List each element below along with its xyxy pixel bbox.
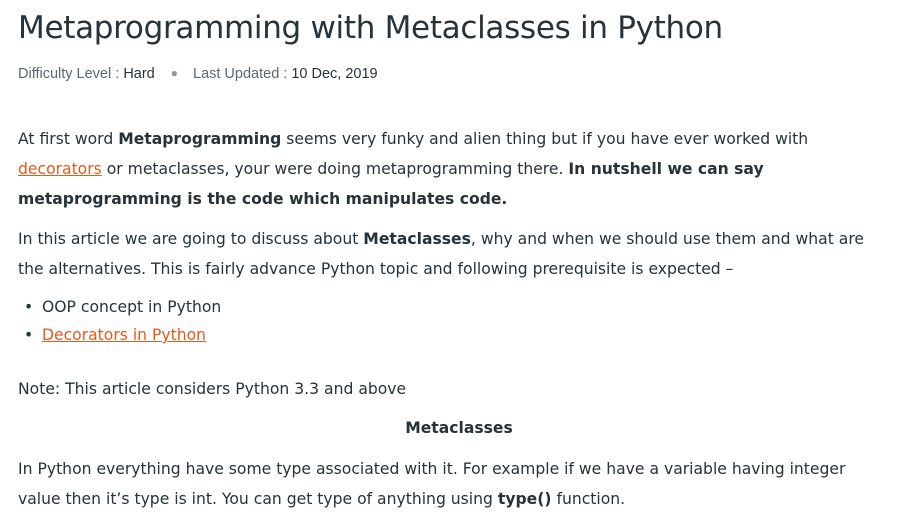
decorators-link[interactable]: decorators [18,160,102,178]
type-function-code: type() [497,490,552,508]
prerequisite-list: • OOP concept in Python • Decorators in … [18,293,221,349]
intro-text-3: or metaclasses, your were doing metaprog… [101,160,569,178]
updated-value: 10 Dec, 2019 [291,66,378,82]
difficulty-label: Difficulty Level : [18,66,124,82]
overview-text-3: the alternatives. This is fairly advance… [18,260,734,278]
note-paragraph: Note: This article considers Python 3.3 … [18,380,407,398]
intro-bold-metaprogramming: Metaprogramming [118,130,282,148]
article: Metaprogramming with Metaclasses in Pyth… [0,0,900,526]
article-title: Metaprogramming with Metaclasses in Pyth… [18,10,723,46]
section-heading-metaclasses: Metaclasses [405,419,513,437]
article-meta: Difficulty Level : Hard ● Last Updated : 1… [18,64,378,83]
decorators-in-python-link[interactable]: Decorators in Python [42,326,206,344]
updated-label: Last Updated : [193,66,292,82]
overview-text-1: In this article we are going to discuss … [18,230,364,248]
type-text-2: value then it’s type is int. You can get… [18,490,498,508]
intro-bold-nutshell: In nutshell we can say [568,160,764,178]
type-paragraph: In Python everything have some type asso… [18,454,888,514]
list-item: • OOP concept in Python [18,293,221,321]
prerequisite-oop: OOP concept in Python [42,298,222,316]
list-item: • Decorators in Python [18,321,221,349]
overview-bold-metaclasses: Metaclasses [363,230,471,248]
meta-separator-icon: ● [170,66,178,80]
intro-text-2: seems very funky and alien thing but if … [281,130,809,148]
difficulty-value[interactable]: Hard [123,66,154,82]
bullet-icon: • [24,326,34,344]
intro-text-1: At first word [18,130,119,148]
overview-text-2: , why and when we should use them and wh… [470,230,865,248]
bullet-icon: • [24,298,34,316]
type-text-3: function. [551,490,626,508]
overview-paragraph: In this article we are going to discuss … [18,224,888,284]
intro-paragraph: At first word Metaprogramming seems very… [18,124,888,214]
type-text-1: In Python everything have some type asso… [18,460,846,478]
intro-bold-definition: metaprogramming is the code which manipu… [18,190,508,208]
